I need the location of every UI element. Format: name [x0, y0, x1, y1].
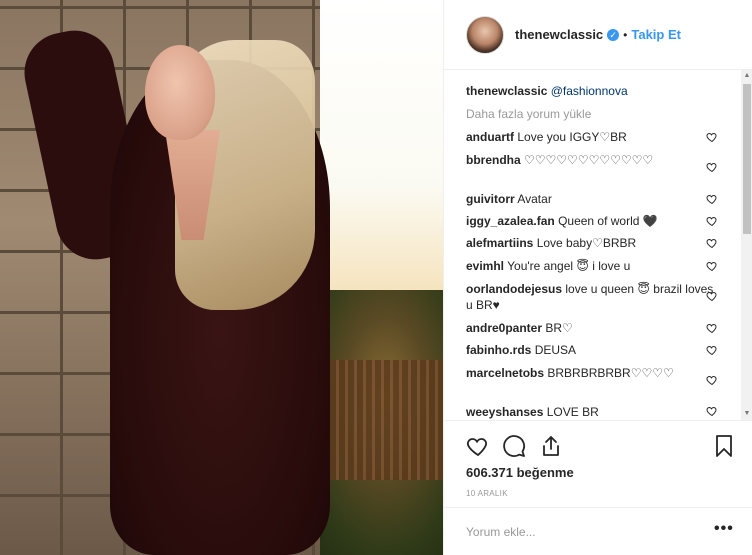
comment-text: ♡♡♡♡♡♡♡♡♡♡♡♡ — [524, 153, 654, 167]
comment-input[interactable] — [466, 522, 696, 542]
comment-text: You're angel 😇 i love u — [507, 259, 631, 273]
comment-username[interactable]: iggy_azalea.fan — [466, 214, 555, 228]
scroll-thumb[interactable] — [743, 84, 751, 234]
add-comment-bar: ••• — [444, 507, 752, 555]
list-item: andre0panter BR♡ — [466, 320, 721, 336]
more-options-icon[interactable]: ••• — [714, 520, 734, 538]
scroll-down-arrow-icon[interactable]: ▼ — [743, 410, 751, 418]
comment-text: DEUSA — [534, 343, 577, 357]
list-item: guivitorr Avatar — [466, 191, 721, 207]
comment-username[interactable]: marcelnetobs — [466, 366, 544, 380]
scroll-up-arrow-icon[interactable]: ▲ — [743, 72, 751, 80]
comment-text: Love you IGGY♡BR — [517, 130, 627, 144]
share-icon[interactable] — [539, 434, 563, 458]
comment-username[interactable]: fabinho.rds — [466, 343, 531, 357]
likes-count[interactable]: 606.371 beğenme — [466, 465, 574, 480]
list-item: fabinho.rds DEUSA — [466, 342, 721, 358]
comment-text: Avatar — [517, 192, 552, 206]
post-photo[interactable] — [0, 0, 443, 555]
post-side-panel: thenewclassic ✓ • Takip Et thenewclassic… — [443, 0, 752, 555]
list-item: anduartf Love you IGGY♡BR — [466, 129, 721, 145]
caption: thenewclassic @fashionnova — [466, 83, 721, 99]
comments-scrollbar[interactable]: ▲ ▼ — [741, 70, 752, 420]
comment-text: Love baby♡BRBR — [536, 236, 637, 250]
post-header: thenewclassic ✓ • Takip Et — [444, 0, 752, 70]
caption-username[interactable]: thenewclassic — [466, 84, 547, 98]
list-item: alefmartiins Love baby♡BRBR — [466, 235, 721, 251]
list-item: evimhl You're angel 😇 i love u — [466, 258, 721, 274]
load-more-comments-button[interactable]: Daha fazla yorum yükle — [466, 106, 721, 122]
post-date: 10 ARALIK — [466, 489, 508, 498]
comment-bubble-icon[interactable] — [502, 434, 526, 458]
verified-badge-icon: ✓ — [607, 28, 620, 41]
heart-icon[interactable] — [706, 215, 718, 227]
comment-username[interactable]: bbrendha — [466, 153, 521, 167]
comments-list: thenewclassic @fashionnova Daha fazla yo… — [444, 70, 752, 420]
heart-icon[interactable] — [706, 131, 718, 143]
list-item: weeyshanses LOVE BR — [466, 404, 721, 420]
comment-username[interactable]: oorlandodejesus — [466, 282, 562, 296]
comment-username[interactable]: weeyshanses — [466, 405, 543, 419]
comment-text: BRBRBRBRBR♡♡♡♡ — [547, 366, 674, 380]
header-username[interactable]: thenewclassic — [515, 27, 603, 42]
photo-face — [145, 45, 215, 140]
comment-username[interactable]: alefmartiins — [466, 236, 533, 250]
heart-icon[interactable] — [706, 322, 718, 334]
heart-icon[interactable] — [706, 405, 718, 417]
list-item: iggy_azalea.fan Queen of world 🖤 — [466, 213, 721, 229]
comment-text: Queen of world 🖤 — [558, 214, 658, 228]
avatar[interactable] — [466, 15, 504, 54]
bookmark-icon[interactable] — [712, 434, 736, 458]
photo-fence — [330, 360, 443, 480]
comment-username[interactable]: anduartf — [466, 130, 514, 144]
caption-mention[interactable]: @fashionnova — [551, 84, 628, 98]
heart-icon[interactable] — [706, 161, 718, 173]
comment-text: LOVE BR — [546, 405, 599, 419]
heart-icon[interactable] — [706, 344, 718, 356]
comment-text: BR♡ — [545, 321, 573, 335]
list-item: marcelnetobs BRBRBRBRBR♡♡♡♡ — [466, 365, 721, 381]
post-actions: 606.371 beğenme 10 ARALIK — [444, 420, 752, 515]
comment-username[interactable]: evimhl — [466, 259, 504, 273]
list-item: oorlandodejesus love u queen 😇 brazil lo… — [466, 281, 721, 313]
heart-icon[interactable] — [706, 290, 718, 302]
like-heart-icon[interactable] — [466, 434, 490, 458]
separator-dot: • — [623, 27, 628, 42]
heart-icon[interactable] — [706, 374, 718, 386]
heart-icon[interactable] — [706, 260, 718, 272]
follow-button[interactable]: Takip Et — [631, 27, 681, 42]
heart-icon[interactable] — [706, 237, 718, 249]
comment-username[interactable]: andre0panter — [466, 321, 542, 335]
heart-icon[interactable] — [706, 193, 718, 205]
list-item: bbrendha ♡♡♡♡♡♡♡♡♡♡♡♡ — [466, 152, 721, 168]
comment-username[interactable]: guivitorr — [466, 192, 515, 206]
